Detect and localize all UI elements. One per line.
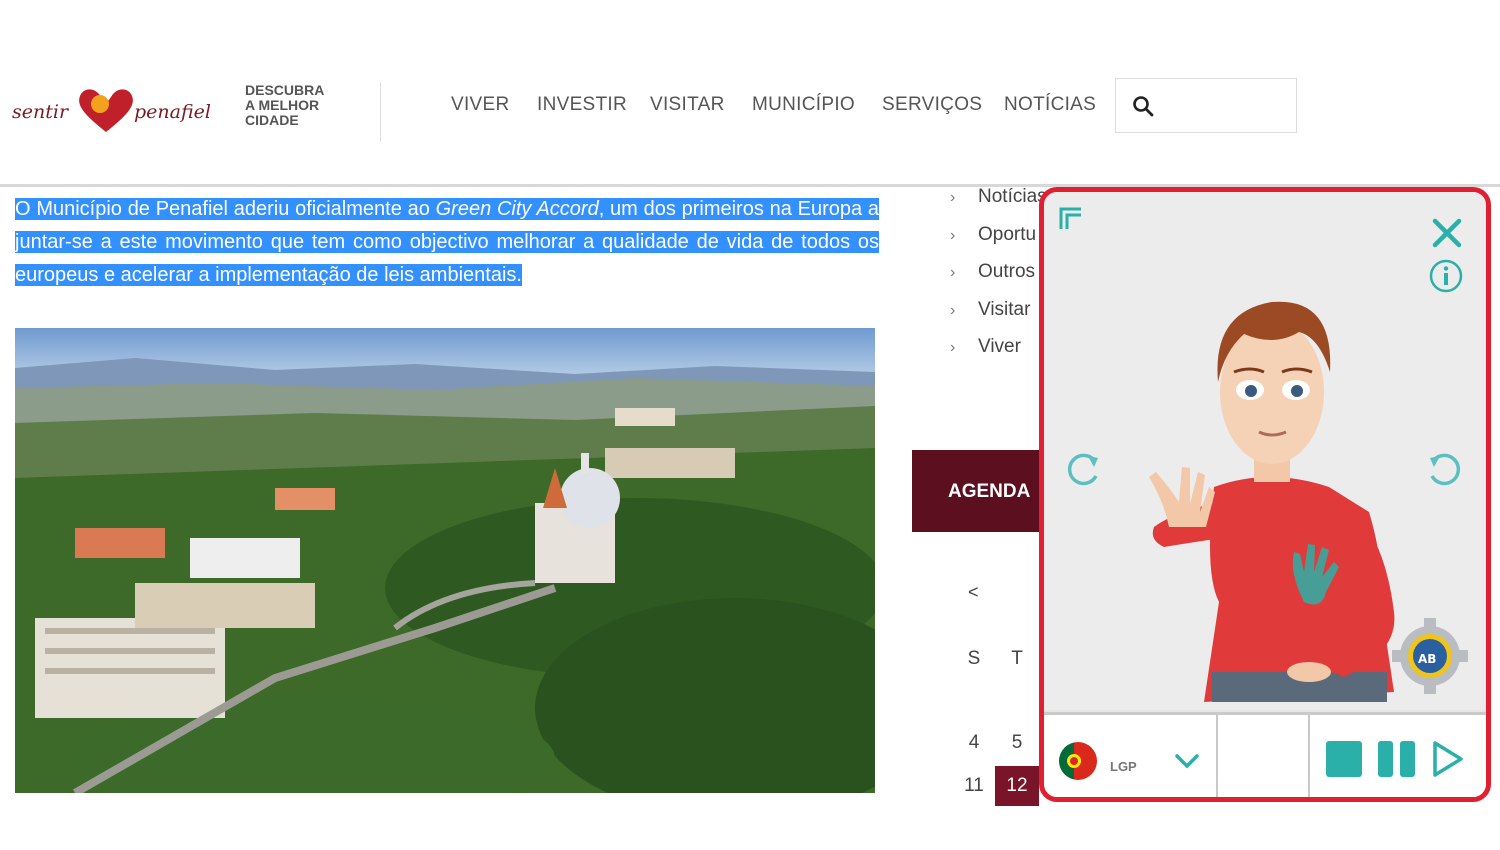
weekday-label: S — [967, 648, 981, 669]
intro-text-italic: Green City Accord — [435, 198, 599, 220]
svg-text:penafiel: penafiel — [134, 101, 211, 123]
nav-servicos[interactable]: SERVIÇOS — [882, 94, 982, 116]
chevron-down-icon[interactable] — [1174, 751, 1200, 771]
article-intro: O Município de Penafiel aderiu oficialme… — [15, 193, 879, 292]
nav-viver[interactable]: VIVER — [451, 94, 510, 116]
close-icon[interactable] — [1432, 218, 1462, 248]
sign-language-widget: AB LGP — [1039, 187, 1491, 802]
svg-text:AB: AB — [1418, 652, 1436, 666]
language-code[interactable]: LGP — [1110, 759, 1137, 774]
widget-controls: LGP — [1044, 712, 1486, 797]
nav-municipio[interactable]: MUNICÍPIO — [752, 94, 855, 116]
site-header: sentir penafiel DESCUBRA A MELHOR CIDADE… — [0, 0, 1500, 185]
sidebar-item-viver[interactable]: › Viver — [950, 333, 1050, 371]
chevron-right-icon: › — [950, 226, 956, 244]
stop-icon[interactable] — [1326, 741, 1362, 777]
search-box — [1115, 78, 1297, 133]
sidebar-category-list: › Notícias › Oportu › Outros › Visitar › Vive… — [950, 183, 1050, 371]
article-photo — [15, 328, 875, 793]
pause-icon[interactable] — [1378, 741, 1416, 777]
sidebar-item-outros[interactable]: › Outros — [950, 258, 1050, 296]
settings-gear-icon[interactable]: AB — [1390, 616, 1470, 696]
sidebar-item-oportunidades[interactable]: › Oportu — [950, 221, 1050, 259]
chevron-right-icon: › — [950, 264, 956, 281]
controls-divider — [1308, 715, 1310, 797]
logo-tagline: DESCUBRA A MELHOR CIDADE — [245, 82, 325, 128]
calendar-day-today[interactable]: 12 — [995, 766, 1039, 806]
sidebar-item-noticias[interactable]: › Notícias — [950, 183, 1050, 221]
calendar-prev-button[interactable]: < — [968, 582, 979, 603]
nav-investir[interactable]: INVESTIR — [537, 94, 627, 116]
search-input[interactable] — [1162, 89, 1291, 124]
weekday-label: T — [1011, 648, 1023, 669]
avatar-viewport: AB — [1044, 192, 1486, 710]
controls-divider — [1216, 715, 1218, 797]
calendar-day[interactable]: 11 — [954, 775, 994, 797]
search-icon[interactable] — [1132, 95, 1154, 117]
chevron-right-icon: › — [950, 339, 956, 356]
nav-visitar[interactable]: VISITAR — [650, 94, 725, 116]
portugal-flag-icon[interactable] — [1058, 741, 1098, 781]
header-divider — [380, 82, 381, 142]
nav-noticias[interactable]: NOTÍCIAS — [1004, 94, 1096, 116]
calendar-day[interactable]: 4 — [954, 732, 994, 754]
agenda-heading: AGENDA — [912, 450, 1052, 532]
chevron-right-icon: › — [950, 189, 956, 206]
minimize-icon[interactable] — [1058, 206, 1084, 232]
calendar-day[interactable]: 5 — [997, 732, 1037, 754]
sidebar-item-visitar[interactable]: › Visitar — [950, 296, 1050, 334]
site-logo[interactable]: sentir penafiel — [10, 80, 235, 140]
play-icon[interactable] — [1430, 739, 1466, 779]
svg-text:sentir: sentir — [12, 101, 70, 123]
chevron-right-icon: › — [950, 301, 956, 319]
intro-text-start: O Município de Penafiel aderiu oficialme… — [15, 198, 436, 220]
